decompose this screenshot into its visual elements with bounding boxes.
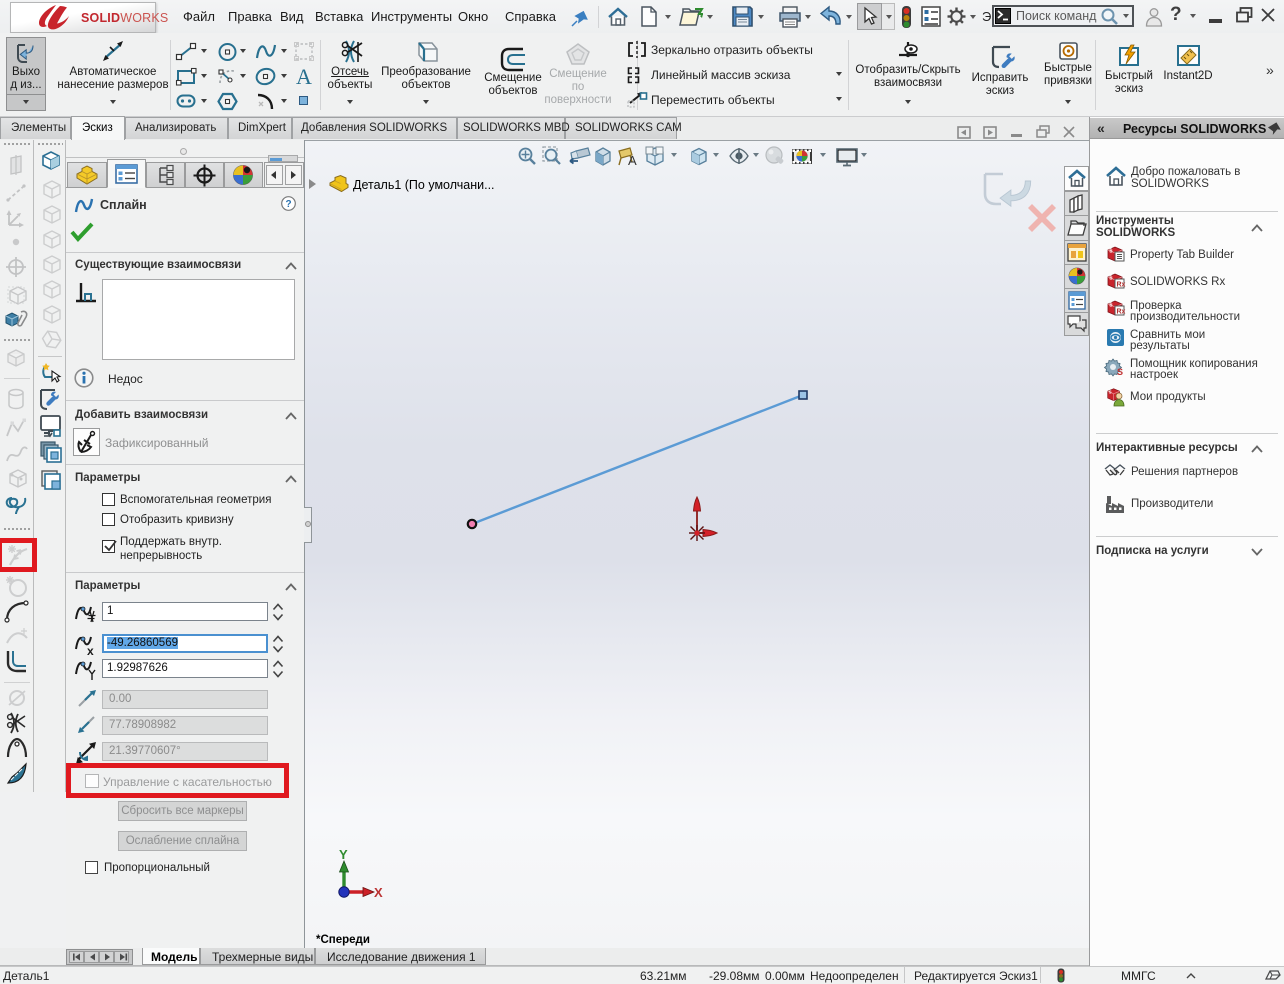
svg-text:Y: Y xyxy=(339,847,348,862)
svg-text:x: x xyxy=(87,644,94,658)
svg-text:Rx: Rx xyxy=(1117,282,1126,289)
svg-text:Rx: Rx xyxy=(1117,309,1126,316)
svg-text:A: A xyxy=(628,153,637,168)
svg-text:?: ? xyxy=(286,199,292,210)
svg-text:S: S xyxy=(1117,367,1123,377)
svg-text:X: X xyxy=(374,885,383,900)
